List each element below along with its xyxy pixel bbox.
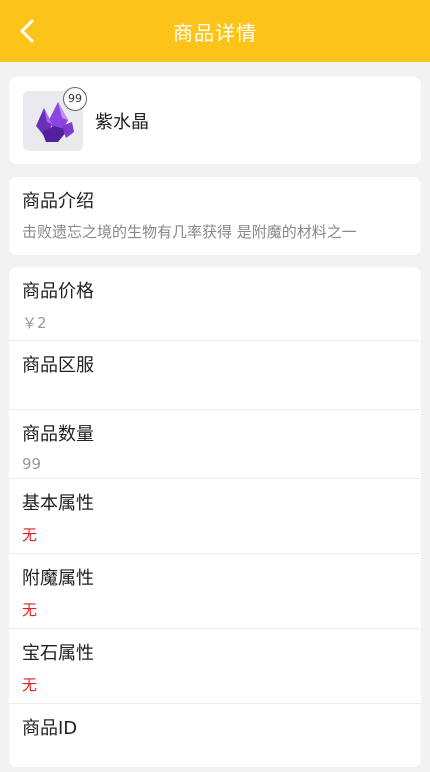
gem-attr-label: 宝石属性 <box>22 643 94 664</box>
detail-row-gem-attr: 宝石属性 无 <box>9 629 421 704</box>
quantity-label: 商品数量 <box>22 424 94 445</box>
detail-row-price: 商品价格 ￥2 <box>9 267 421 341</box>
intro-label: 商品介绍 <box>22 191 94 212</box>
detail-row-basic-attr: 基本属性 无 <box>9 479 421 554</box>
detail-row-quantity: 商品数量 99 <box>9 410 421 479</box>
details-card: 商品价格 ￥2 商品区服 商品数量 99 基本属性 无 附魔属性 无 宝石属性 … <box>9 267 421 767</box>
item-count-badge: 99 <box>63 86 87 111</box>
item-thumbnail[interactable]: 99 <box>23 86 87 151</box>
item-id-label: 商品ID <box>22 718 78 739</box>
app-header: 商品详情 <box>0 0 430 62</box>
basic-attr-value: 无 <box>22 526 38 544</box>
page-title: 商品详情 <box>173 20 257 45</box>
quantity-value: 99 <box>22 455 42 473</box>
price-value: ￥2 <box>22 314 47 332</box>
gem-attr-value: 无 <box>22 676 38 694</box>
item-summary-card: 99 紫水晶 <box>9 77 421 164</box>
detail-row-server: 商品区服 <box>9 341 421 410</box>
detail-row-enchant-attr: 附魔属性 无 <box>9 554 421 629</box>
price-label: 商品价格 <box>22 281 94 302</box>
server-label: 商品区服 <box>22 355 94 376</box>
intro-card: 商品介绍 击败遗忘之境的生物有几率获得 是附魔的材料之一 <box>9 177 421 255</box>
chevron-left-icon <box>20 19 34 43</box>
back-button[interactable] <box>10 13 46 49</box>
detail-row-item-id: 商品ID <box>9 704 421 772</box>
enchant-attr-value: 无 <box>22 601 38 619</box>
item-name: 紫水晶 <box>95 111 149 133</box>
basic-attr-label: 基本属性 <box>22 493 94 514</box>
intro-description: 击败遗忘之境的生物有几率获得 是附魔的材料之一 <box>22 223 357 241</box>
enchant-attr-label: 附魔属性 <box>22 568 94 589</box>
